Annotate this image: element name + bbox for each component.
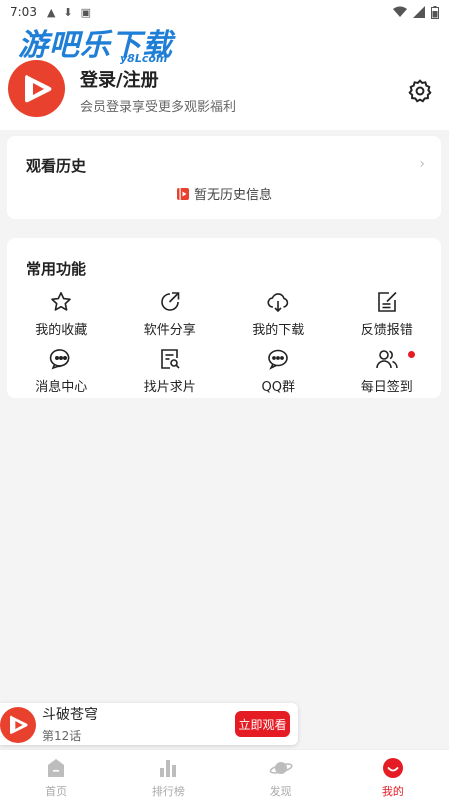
signal-icon: [413, 6, 425, 18]
function-find-movie[interactable]: 找片求片: [116, 347, 225, 397]
play-logo-icon: [24, 74, 51, 102]
history-empty-text: 暂无历史信息: [193, 188, 272, 203]
tab-ranking[interactable]: 排行榜: [112, 750, 224, 800]
users-icon: [375, 350, 398, 369]
notification-icon: ▣: [80, 5, 92, 19]
bottom-tab-bar: 首页 排行榜 发现 我的: [0, 749, 449, 800]
mini-player-title: 斗破苍穹: [42, 707, 98, 723]
share-icon: [160, 292, 180, 311]
history-empty: 暂无历史信息: [7, 184, 441, 203]
avatar[interactable]: [8, 60, 65, 117]
login-register-link[interactable]: 登录/注册: [80, 66, 159, 92]
tab-discover[interactable]: 发现: [225, 750, 337, 800]
function-daily-checkin[interactable]: 每日签到: [333, 347, 442, 397]
function-label: 每日签到: [360, 380, 413, 395]
functions-title: 常用功能: [26, 260, 87, 278]
tab-home[interactable]: 首页: [0, 750, 112, 800]
function-label: 消息中心: [35, 380, 88, 395]
function-qq-group[interactable]: QQ群: [224, 347, 333, 397]
android-icon: ▲: [46, 5, 56, 19]
function-label: 反馈报错: [360, 323, 413, 338]
login-subtitle: 会员登录享受更多观影福利: [80, 100, 237, 115]
qq-chat-icon: [268, 349, 289, 370]
watch-now-button[interactable]: 立即观看: [235, 711, 290, 737]
mini-player[interactable]: 斗破苍穹 第12话 立即观看: [0, 703, 298, 745]
watch-history-card[interactable]: 观看历史 › 暂无历史信息: [7, 136, 441, 219]
tab-mine[interactable]: 我的: [337, 750, 449, 800]
feedback-edit-icon: [377, 291, 397, 312]
function-label: 软件分享: [143, 323, 196, 338]
home-icon: [48, 759, 65, 777]
gear-icon[interactable]: [407, 78, 433, 104]
message-icon: [50, 349, 70, 370]
function-messages[interactable]: 消息中心: [7, 347, 116, 397]
history-title: 观看历史: [26, 157, 87, 175]
video-book-icon: [176, 187, 189, 200]
function-label: 我的下载: [252, 323, 305, 338]
download-status-icon: ⬇: [63, 5, 73, 19]
function-label: 我的收藏: [35, 323, 88, 338]
tab-label: 发现: [269, 785, 292, 798]
function-feedback[interactable]: 反馈报错: [333, 290, 442, 340]
profile-header: 游吧乐下载 y8Lcom 登录/注册 会员登录享受更多观影福利: [0, 24, 449, 130]
play-logo-icon: [10, 715, 28, 734]
battery-icon: [431, 5, 439, 19]
watermark-sub: y8Lcom: [120, 52, 168, 65]
function-label: QQ群: [261, 380, 295, 395]
bar-chart-icon: [160, 760, 177, 777]
function-downloads[interactable]: 我的下载: [224, 290, 333, 340]
function-favorites[interactable]: 我的收藏: [7, 290, 116, 340]
search-doc-icon: [160, 349, 180, 369]
tab-label: 我的: [381, 785, 404, 798]
chevron-right-icon[interactable]: ›: [419, 156, 425, 172]
smile-icon: [382, 758, 403, 778]
function-share[interactable]: 软件分享: [116, 290, 225, 340]
download-cloud-icon: [267, 293, 289, 313]
mini-player-thumb: [0, 707, 36, 743]
common-functions-card: 常用功能 我的收藏 软件分享 我的下载 反馈报错 消息中心 找片求片 QQ群 每…: [7, 238, 441, 398]
planet-icon: [269, 762, 293, 774]
star-icon: [51, 292, 72, 311]
status-time: 7:03: [10, 5, 37, 19]
mini-player-episode: 第12话: [42, 729, 82, 743]
function-label: 找片求片: [143, 380, 196, 395]
wifi-icon: [393, 6, 407, 17]
notification-dot: [408, 351, 415, 358]
tab-label: 首页: [45, 785, 68, 798]
tab-label: 排行榜: [151, 785, 185, 798]
